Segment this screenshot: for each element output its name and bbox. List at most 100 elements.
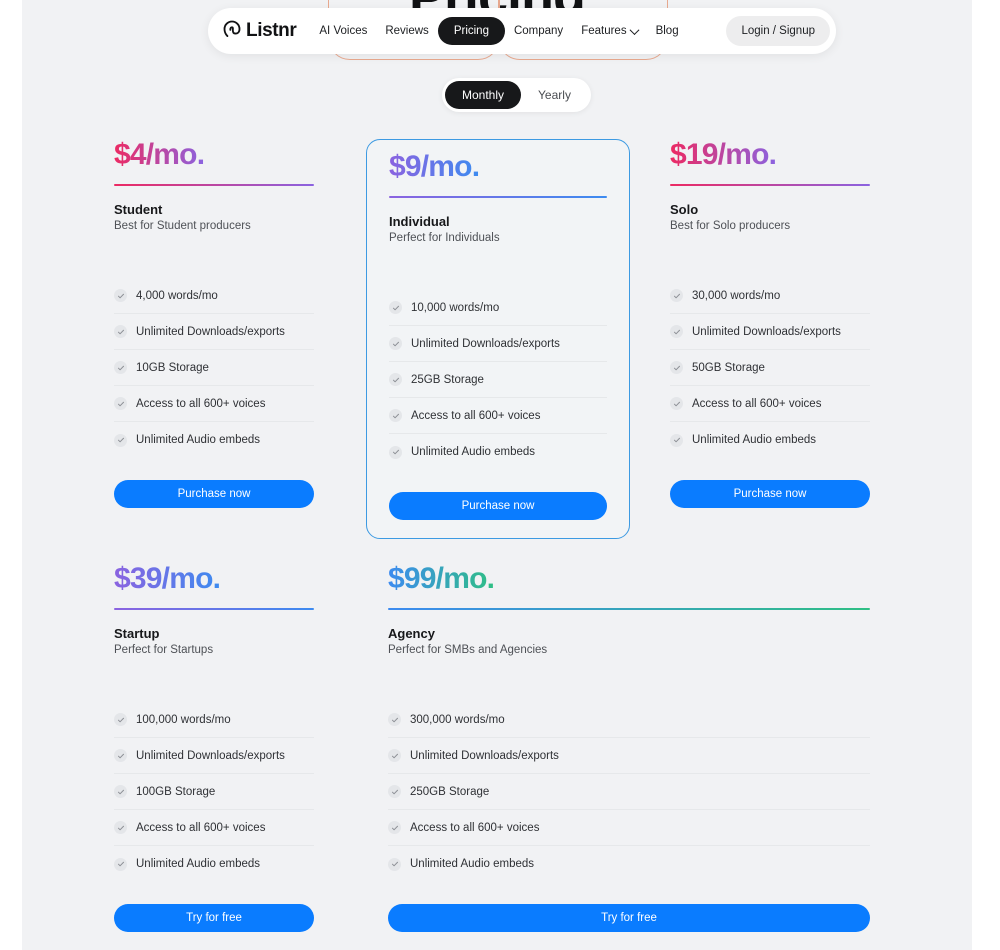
check-icon <box>389 301 402 314</box>
plan-feature-item: 300,000 words/mo <box>388 702 870 738</box>
nav-item-pricing[interactable]: Pricing <box>437 17 505 45</box>
plan-feature-item: 30,000 words/mo <box>670 278 870 314</box>
plan-description: Best for Student producers <box>114 220 251 232</box>
check-icon <box>114 749 127 762</box>
plan-feature-item: Unlimited Audio embeds <box>388 846 870 882</box>
nav-item-reviews[interactable]: Reviews <box>376 19 437 43</box>
plan-name: Agency <box>388 626 435 641</box>
check-icon <box>388 785 401 798</box>
plan-feature-item: Unlimited Audio embeds <box>114 846 314 882</box>
plan-feature-label: 250GB Storage <box>410 785 490 798</box>
plan-feature-item: Access to all 600+ voices <box>670 386 870 422</box>
nav-item-company[interactable]: Company <box>505 19 572 43</box>
plan-feature-label: 100,000 words/mo <box>136 713 231 726</box>
plan-cta-button-individual[interactable]: Purchase now <box>389 492 607 520</box>
plan-feature-item: Unlimited Audio embeds <box>670 422 870 458</box>
plan-cta-button-solo[interactable]: Purchase now <box>670 480 870 508</box>
plan-feature-item: 10,000 words/mo <box>389 290 607 326</box>
plan-feature-item: Unlimited Downloads/exports <box>388 738 870 774</box>
nav-item-features[interactable]: Features <box>572 19 646 43</box>
plan-feature-label: Access to all 600+ voices <box>136 397 266 410</box>
check-icon <box>114 361 127 374</box>
pricing-card-student: $4/mo. Student Best for Student producers 4… <box>92 140 336 508</box>
login-signup-label: Login / Signup <box>741 25 815 37</box>
plan-feature-label: Unlimited Audio embeds <box>411 446 536 458</box>
plan-feature-label: Access to all 600+ voices <box>136 821 266 834</box>
listnr-ear-logo-icon <box>222 19 242 44</box>
plan-feature-label: Unlimited Downloads/exports <box>692 325 841 338</box>
check-icon <box>114 325 127 338</box>
plan-feature-list: 10,000 words/mo Unlimited Downloads/expor… <box>389 290 607 470</box>
plan-feature-label: Access to all 600+ voices <box>410 821 540 834</box>
plan-cta-button-startup[interactable]: Try for free <box>114 904 314 932</box>
brand-logo[interactable]: Listnr <box>222 19 297 44</box>
login-signup-button[interactable]: Login / Signup <box>726 16 830 46</box>
page-content-area: Pricing Listnr AI Voices Reviews Prici <box>22 0 972 950</box>
plan-feature-list: 4,000 words/mo Unlimited Downloads/export… <box>114 278 314 458</box>
plan-price: $99/mo. <box>388 562 495 595</box>
check-icon <box>114 713 127 726</box>
check-icon <box>388 749 401 762</box>
nav-item-label: Pricing <box>453 25 489 37</box>
check-icon <box>670 325 683 338</box>
plan-description: Perfect for Individuals <box>389 232 500 244</box>
check-icon <box>114 433 127 447</box>
nav-item-label: Company <box>513 25 564 37</box>
plan-feature-label: 10,000 words/mo <box>411 301 500 314</box>
plan-feature-item: Unlimited Audio embeds <box>389 434 607 470</box>
plan-feature-item: 100GB Storage <box>114 774 314 810</box>
navbar: Listnr AI Voices Reviews Pricing Company… <box>208 8 836 54</box>
plan-feature-item: Access to all 600+ voices <box>114 386 314 422</box>
nav-item-blog[interactable]: Blog <box>647 19 688 43</box>
check-icon <box>114 821 127 834</box>
plan-feature-label: Unlimited Audio embeds <box>410 858 535 870</box>
plan-feature-list: 100,000 words/mo Unlimited Downloads/expo… <box>114 702 314 882</box>
plan-feature-item: Unlimited Downloads/exports <box>670 314 870 350</box>
plan-feature-item: Unlimited Downloads/exports <box>114 314 314 350</box>
plan-cta-button-student[interactable]: Purchase now <box>114 480 314 508</box>
pricing-page: Pricing Listnr AI Voices Reviews Prici <box>0 0 1000 950</box>
plan-feature-item: 10GB Storage <box>114 350 314 386</box>
plan-feature-label: Unlimited Downloads/exports <box>136 749 285 762</box>
plan-description: Perfect for Startups <box>114 644 214 656</box>
check-icon <box>388 713 401 726</box>
plan-feature-label: Unlimited Audio embeds <box>136 858 261 870</box>
chevron-down-icon <box>629 24 640 35</box>
billing-period-toggle[interactable]: Monthly Yearly <box>442 78 591 112</box>
plan-name: Startup <box>114 626 160 641</box>
check-icon <box>388 857 401 871</box>
plan-price-underline <box>670 184 870 186</box>
pricing-card-solo: $19/mo. Solo Best for Solo producers 30,000… <box>648 140 892 508</box>
toggle-option-monthly[interactable]: Monthly <box>445 81 522 109</box>
plan-feature-item: 25GB Storage <box>389 362 607 398</box>
toggle-option-label: Yearly <box>538 88 571 102</box>
nav-item-ai-voices[interactable]: AI Voices <box>310 19 376 43</box>
plan-feature-item: 100,000 words/mo <box>114 702 314 738</box>
toggle-option-yearly[interactable]: Yearly <box>521 81 588 109</box>
check-icon <box>670 289 683 302</box>
plan-feature-label: 300,000 words/mo <box>410 713 505 726</box>
pricing-card-body: $99/mo. Agency Perfect for SMBs and Agenci… <box>366 564 892 932</box>
plan-description: Perfect for SMBs and Agencies <box>388 644 548 656</box>
plan-feature-item: Access to all 600+ voices <box>114 810 314 846</box>
check-icon <box>388 821 401 834</box>
plan-feature-label: Unlimited Audio embeds <box>136 434 261 446</box>
check-icon <box>114 289 127 302</box>
plan-description: Best for Solo producers <box>670 220 791 232</box>
check-icon <box>114 857 127 871</box>
check-icon <box>389 409 402 422</box>
plan-feature-list: 300,000 words/mo Unlimited Downloads/expo… <box>388 702 870 882</box>
pricing-card-agency: $99/mo. Agency Perfect for SMBs and Agenci… <box>366 564 892 932</box>
plan-feature-label: Access to all 600+ voices <box>411 409 541 422</box>
plan-feature-label: 100GB Storage <box>136 785 216 798</box>
toggle-option-label: Monthly <box>462 88 505 102</box>
plan-cta-button-agency[interactable]: Try for free <box>388 904 870 932</box>
plan-price-underline <box>114 608 314 610</box>
nav-item-label: Reviews <box>385 25 429 37</box>
pricing-card-body: $39/mo. Startup Perfect for Startups 100,00… <box>92 564 336 932</box>
plan-feature-label: 10GB Storage <box>136 361 209 374</box>
check-icon <box>670 361 683 374</box>
plan-feature-item: 250GB Storage <box>388 774 870 810</box>
check-icon <box>670 433 683 447</box>
plan-feature-item: Access to all 600+ voices <box>388 810 870 846</box>
